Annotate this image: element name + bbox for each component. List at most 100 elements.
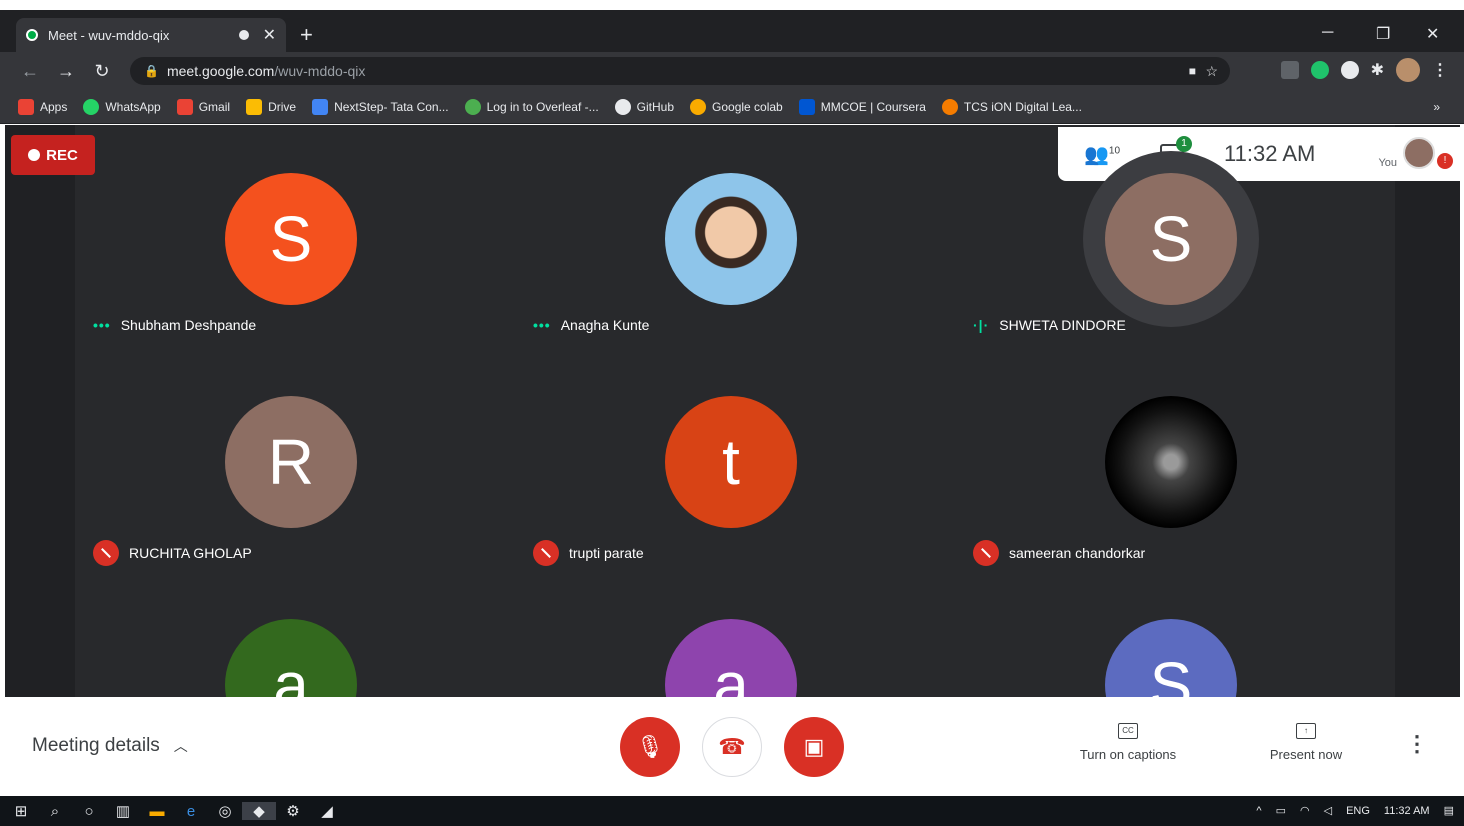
task-view-icon[interactable]: ▥ [106,802,140,820]
close-window-icon[interactable]: ✕ [1426,24,1439,44]
back-icon[interactable]: ← [16,61,44,82]
language-indicator[interactable]: ENG [1346,805,1370,817]
participant-tile[interactable]: ••• Anagha Kunte [523,125,963,348]
more-bookmarks-icon[interactable]: » [1433,100,1440,114]
taskbar-clock[interactable]: 11:32 AM [1384,805,1430,817]
present-now-button[interactable]: ↑ Present now [1254,723,1358,762]
participant-name: trupti parate [569,545,644,561]
bookmark-label: TCS iON Digital Lea... [963,99,1082,114]
extension-icon[interactable] [1340,61,1359,79]
participant-tile[interactable]: S ·|· SHWETA DINDORE [963,125,1403,348]
bookmark-nextstep[interactable]: NextStep- Tata Con... [312,98,449,115]
profile-avatar[interactable] [1396,58,1420,82]
extension-icon[interactable] [1280,61,1299,79]
more-options-icon[interactable]: ⋮ [1406,731,1428,757]
chrome-icon[interactable]: ◎ [208,802,242,820]
edge-icon[interactable]: e [174,803,208,820]
camera-icon[interactable]: ■ [1189,64,1196,78]
participant-name-row: ·|· SHWETA DINDORE [973,317,1126,333]
grammarly-icon[interactable] [1310,61,1329,79]
new-tab-button[interactable]: + [300,24,313,46]
bookmark-github[interactable]: GitHub [614,98,674,115]
bookmark-gmail[interactable]: Gmail [176,98,231,115]
participant-name: SHWETA DINDORE [999,317,1126,333]
bookmark-colab[interactable]: Google colab [690,98,783,115]
mute-mic-button[interactable]: 🎙 [620,717,680,777]
url-host: meet.google.com [166,63,275,79]
camera-off-button[interactable]: ▣ [784,717,844,777]
camera-off-icon: ▣ [803,734,825,759]
bookmark-tcs[interactable]: TCS iON Digital Lea... [941,98,1082,115]
captions-button[interactable]: CC Turn on captions [1066,723,1190,762]
bookmark-label: Log in to Overleaf -... [486,99,599,114]
meeting-details-button[interactable]: Meeting details ︿ [32,735,188,757]
participant-tile[interactable]: a [523,571,963,697]
participant-tile[interactable]: S [963,571,1403,697]
settings-icon[interactable]: ⚙ [276,802,310,820]
address-bar[interactable]: 🔒 meet.google.com /wuv-mddo-qix ■ ☆ [130,57,1230,85]
bookmark-coursera[interactable]: MMCOE | Coursera [798,98,926,115]
participant-tile[interactable]: S ••• Shubham Deshpande [83,125,523,348]
self-avatar [1403,137,1435,169]
participant-avatar: S [1105,173,1237,305]
bookmark-overleaf[interactable]: Log in to Overleaf -... [464,98,599,115]
apps-grid-icon [18,98,34,115]
leave-call-button[interactable]: ☎ [702,717,762,777]
tab-meet[interactable]: Meet - wuv-mddo-qix ✕ [16,18,286,52]
url-path: /wuv-mddo-qix [274,63,366,79]
mic-off-icon [973,540,999,566]
participant-tile[interactable]: t trupti parate [523,348,963,571]
bookmark-label: Google colab [712,99,783,114]
bookmark-whatsapp[interactable]: WhatsApp [83,98,161,115]
participant-name-row: RUCHITA GHOLAP [93,540,252,566]
puzzle-icon[interactable]: ✱ [1371,60,1384,80]
tcs-icon [941,98,958,115]
tray-chevron-icon[interactable]: ^ [1256,805,1261,817]
present-icon: ↑ [1296,723,1316,739]
participant-tile[interactable]: sameeran chandorkar [963,348,1403,571]
speaking-dots-icon: ••• [93,317,111,333]
search-icon[interactable]: ⌕ [38,803,72,820]
participant-name-row: ••• Anagha Kunte [533,317,649,333]
notifications-icon[interactable]: ▤ [1444,804,1454,817]
colab-icon [690,98,707,115]
wifi-icon[interactable]: ◠ [1300,804,1310,817]
bookmark-label: NextStep- Tata Con... [334,99,449,114]
mic-off-icon [93,540,119,566]
mic-off-icon [533,540,559,566]
bookmark-apps[interactable]: Apps [18,98,67,115]
cortana-icon[interactable]: ○ [72,803,106,820]
bookmark-drive[interactable]: Drive [246,98,297,115]
file-explorer-icon[interactable]: ▬ [140,803,174,820]
record-dot-icon [28,149,41,161]
system-tray: ^ ▭ ◠ ◁ ENG 11:32 AM ▤ [1256,804,1454,818]
reload-icon[interactable]: ↻ [88,61,116,82]
participant-avatar: a [665,619,797,697]
volume-icon[interactable]: ◁ [1324,804,1332,817]
menu-icon[interactable]: ⋮ [1432,60,1448,80]
pinned-app-icon[interactable]: ◢ [310,802,344,820]
meet-favicon-icon [26,29,38,41]
bookmark-label: Gmail [198,99,231,114]
restore-icon[interactable]: ❐ [1376,24,1390,44]
forward-icon[interactable]: → [52,61,80,82]
bookmark-label: Drive [268,99,297,114]
screen: Meet - wuv-mddo-qix ✕ + ─ ❐ ✕ ← → ↻ 🔒 me… [0,0,1464,826]
participant-name: RUCHITA GHOLAP [129,545,252,561]
participant-avatar: a [225,619,357,697]
bookmark-star-icon[interactable]: ☆ [1205,63,1218,80]
browser-toolbar: ← → ↻ 🔒 meet.google.com /wuv-mddo-qix ■ … [0,52,1464,90]
drive-icon [246,98,263,115]
active-app-icon[interactable]: ◆ [242,802,276,820]
participant-name: Anagha Kunte [560,317,650,333]
whatsapp-icon [83,98,100,115]
captions-label: Turn on captions [1079,747,1177,762]
gmail-icon [176,98,193,115]
participant-tile[interactable]: a [83,571,523,697]
minimize-icon[interactable]: ─ [1322,24,1333,42]
windows-start-icon[interactable]: ⊞ [4,802,38,820]
participant-tile[interactable]: R RUCHITA GHOLAP [83,348,523,571]
windows-taskbar: ⊞ ⌕ ○ ▥ ▬ e ◎ ◆ ⚙ ◢ ^ ▭ ◠ ◁ ENG 11:32 AM… [0,796,1464,826]
battery-icon[interactable]: ▭ [1276,804,1286,817]
close-tab-icon[interactable]: ✕ [263,25,276,45]
